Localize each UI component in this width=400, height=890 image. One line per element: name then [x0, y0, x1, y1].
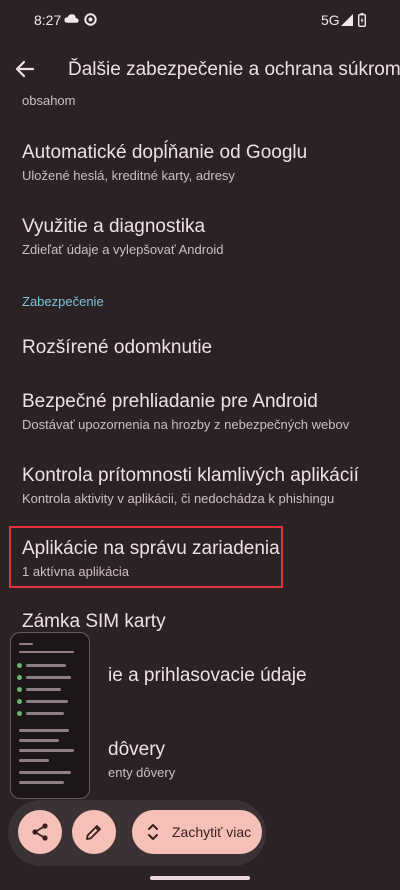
- section-header-security: Zabezpečenie: [22, 294, 104, 309]
- list-item-safe-browsing[interactable]: Bezpečné prehliadanie pre Android Dostáv…: [22, 391, 382, 433]
- page-title: Ďalšie zabezpečenie a ochrana súkromia: [68, 59, 400, 80]
- list-item-trust[interactable]: dôvery enty dôvery: [108, 739, 382, 781]
- screenshot-preview-thumbnail[interactable]: [10, 632, 90, 799]
- list-item-subtitle: Kontrola aktivity v aplikácii, či nedoch…: [22, 491, 335, 506]
- list-item-sim-lock[interactable]: Zámka SIM karty: [22, 611, 382, 633]
- list-item-title: Zámka SIM karty: [22, 611, 166, 632]
- pencil-icon: [86, 825, 101, 840]
- list-item-title: Aplikácie na správu zariadenia: [22, 538, 280, 559]
- share-button[interactable]: [18, 810, 62, 854]
- status-bar: 8:27 5G: [0, 0, 400, 40]
- list-item-subtitle: Dostávať upozornenia na hrozby z nebezpe…: [22, 417, 350, 432]
- network-type: 5G: [321, 12, 340, 28]
- navigation-handle[interactable]: [150, 876, 250, 880]
- list-item-subtitle: Uložené heslá, kreditné karty, adresy: [22, 168, 235, 183]
- list-item-device-admin-apps[interactable]: Aplikácie na správu zariadenia 1 aktívna…: [22, 538, 382, 580]
- list-item-subtitle: 1 aktívna aplikácia: [22, 564, 129, 579]
- capture-more-label: Zachytiť viac: [172, 824, 252, 840]
- signal-icon: [341, 14, 353, 26]
- list-item-title: Rozšírené odomknutie: [22, 337, 213, 358]
- edit-button[interactable]: [72, 810, 116, 854]
- screenshot-toolbar: Zachytiť viac: [8, 800, 266, 866]
- battery-icon: [358, 13, 366, 27]
- list-item-subtitle: Zdieľať údaje a vylepšovať Android: [22, 242, 224, 257]
- list-item-subtitle: enty dôvery: [108, 765, 176, 780]
- list-item-extend-unlock[interactable]: Rozšírené odomknutie: [22, 337, 382, 359]
- list-item-title: Kontrola prítomnosti klamlivých aplikáci…: [22, 465, 359, 486]
- expand-vertical-icon: [148, 824, 158, 840]
- back-arrow-icon[interactable]: [12, 56, 38, 82]
- list-item-deceptive-apps[interactable]: Kontrola prítomnosti klamlivých aplikáci…: [22, 465, 382, 507]
- share-icon: [32, 823, 48, 841]
- list-item-autofill[interactable]: Automatické dopĺňanie od Googlu Uložené …: [22, 142, 382, 184]
- list-item-title: dôvery: [108, 739, 166, 760]
- list-item-usage-diagnostics[interactable]: Využitie a diagnostika Zdieľať údaje a v…: [22, 216, 382, 258]
- list-item-credentials[interactable]: ie a prihlasovacie údaje: [108, 665, 382, 687]
- list-item-title: Bezpečné prehliadanie pre Android: [22, 391, 318, 412]
- list-item-title: Automatické dopĺňanie od Googlu: [22, 142, 308, 163]
- app-bar: Ďalšie zabezpečenie a ochrana súkromia: [0, 40, 400, 100]
- list-item-subtitle: obsahom: [22, 93, 76, 108]
- list-item-title: ie a prihlasovacie údaje: [108, 665, 307, 686]
- capture-more-button[interactable]: Zachytiť viac: [132, 810, 262, 854]
- list-item-partial[interactable]: obsahom: [22, 93, 382, 109]
- cloud-icon: [64, 14, 79, 23]
- target-icon: [84, 13, 97, 26]
- list-item-title: Využitie a diagnostika: [22, 216, 206, 237]
- status-time: 8:27: [34, 12, 62, 28]
